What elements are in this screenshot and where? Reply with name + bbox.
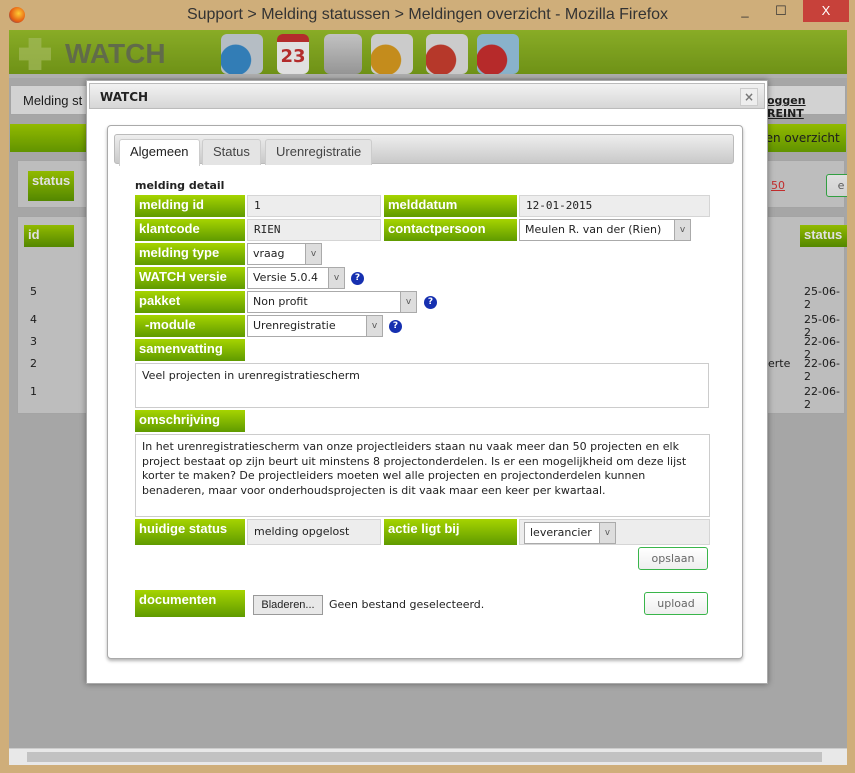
chevron-down-icon[interactable]: v: [599, 523, 615, 543]
melding-type-value: vraag: [253, 247, 285, 260]
omschrijving-textarea[interactable]: In het urenregistratiescherm van onze pr…: [135, 434, 710, 517]
pakket-select[interactable]: Non profit v: [247, 291, 417, 313]
huidige-status-value: melding opgelost: [247, 519, 381, 545]
klantcode-value: RIEN: [247, 219, 381, 241]
close-icon[interactable]: ×: [740, 88, 758, 106]
window-title: Support > Melding statussen > Meldingen …: [186, 6, 669, 23]
opslaan-button[interactable]: opslaan: [638, 547, 708, 570]
watch-versie-value: Versie 5.0.4: [253, 271, 319, 284]
melding-type-select[interactable]: vraag v: [247, 243, 322, 265]
label-omschrijving: omschrijving: [135, 410, 245, 432]
actie-cell: leverancier v: [519, 519, 710, 545]
contactpersoon-value: Meulen R. van der (Rien): [525, 223, 662, 236]
label-actie-ligt-bij: actie ligt bij: [384, 519, 517, 545]
window-titlebar: Support > Melding statussen > Meldingen …: [0, 0, 855, 30]
label-melding-id: melding id: [135, 195, 245, 217]
label-documenten: documenten: [135, 590, 245, 617]
bladeren-button[interactable]: Bladeren...: [253, 595, 323, 615]
chevron-down-icon[interactable]: v: [400, 292, 416, 312]
tab-urenregistratie[interactable]: Urenregistratie: [265, 139, 373, 165]
contactpersoon-select[interactable]: Meulen R. van der (Rien) v: [519, 219, 691, 241]
actie-select[interactable]: leverancier v: [524, 522, 616, 544]
pakket-value: Non profit: [253, 295, 308, 308]
modal-titlebar: WATCH ×: [89, 83, 765, 109]
actie-value: leverancier: [530, 526, 592, 539]
maximize-button[interactable]: ☐: [764, 0, 798, 22]
section-title: melding detail: [135, 179, 225, 192]
label-contactpersoon: contactpersoon: [384, 219, 517, 241]
label-huidige-status: huidige status: [135, 519, 245, 545]
browser-content: WATCH 23 Melding st oggen REINT gen over…: [9, 30, 847, 765]
melddatum-value: 12-01-2015: [519, 195, 710, 217]
tab-algemeen[interactable]: Algemeen: [119, 139, 200, 166]
close-window-button[interactable]: X: [803, 0, 849, 22]
help-icon[interactable]: ?: [351, 272, 364, 285]
module-select[interactable]: Urenregistratie v: [247, 315, 383, 337]
label-samenvatting: samenvatting: [135, 339, 245, 361]
melding-id-value: 1: [247, 195, 381, 217]
label-klantcode: klantcode: [135, 219, 245, 241]
tab-status[interactable]: Status: [202, 139, 261, 165]
label-melding-type: melding type: [135, 243, 245, 265]
label-melddatum: melddatum: [384, 195, 517, 217]
horizontal-scrollbar[interactable]: [9, 748, 847, 765]
firefox-icon: [9, 7, 25, 23]
label-watch-versie: WATCH versie: [135, 267, 245, 289]
label-pakket: pakket: [135, 291, 245, 313]
tab-bar: Algemeen Status Urenregistratie: [114, 134, 734, 166]
chevron-down-icon[interactable]: v: [305, 244, 321, 264]
chevron-down-icon[interactable]: v: [366, 316, 382, 336]
minimize-button[interactable]: _: [728, 0, 762, 22]
detail-panel: Algemeen Status Urenregistratie melding …: [107, 125, 743, 659]
help-icon[interactable]: ?: [424, 296, 437, 309]
melding-modal: WATCH × Algemeen Status Urenregistratie …: [86, 80, 768, 684]
chevron-down-icon[interactable]: v: [328, 268, 344, 288]
samenvatting-textarea[interactable]: Veel projecten in urenregistratiescherm: [135, 363, 709, 408]
modal-title: WATCH: [100, 90, 149, 104]
chevron-down-icon[interactable]: v: [674, 220, 690, 240]
scrollbar-thumb[interactable]: [27, 752, 822, 762]
module-value: Urenregistratie: [253, 319, 336, 332]
label-module: -module: [135, 315, 245, 337]
file-status: Geen bestand geselecteerd.: [329, 598, 485, 611]
watch-versie-select[interactable]: Versie 5.0.4 v: [247, 267, 345, 289]
upload-button[interactable]: upload: [644, 592, 708, 615]
help-icon[interactable]: ?: [389, 320, 402, 333]
